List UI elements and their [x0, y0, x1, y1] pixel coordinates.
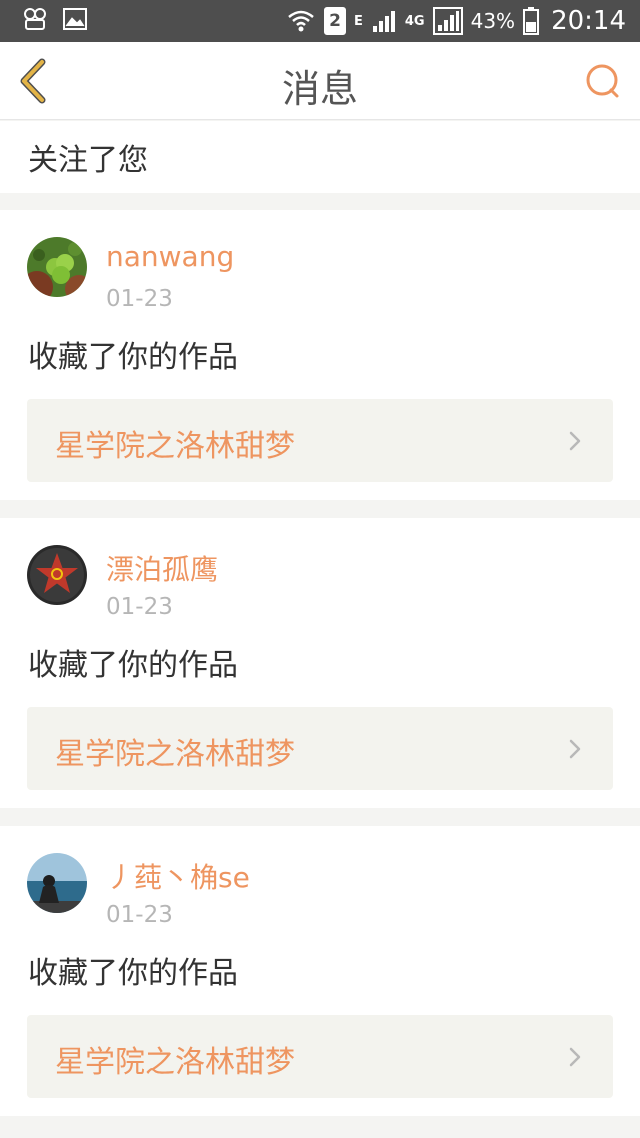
username[interactable]: 漂泊孤鹰	[106, 548, 218, 588]
message-date: 01-23	[106, 902, 173, 928]
message-action: 收藏了你的作品	[28, 340, 238, 375]
username[interactable]: 丿莼丶桷se	[106, 856, 250, 896]
search-icon	[586, 64, 619, 98]
message-item-partial: 关注了您	[0, 121, 640, 193]
network-4g-label: 4G	[404, 13, 425, 29]
signal-icon-1	[371, 8, 397, 34]
avatar[interactable]	[27, 853, 87, 913]
sim-slot-badge: 2	[324, 7, 346, 35]
work-title: 星学院之洛林甜梦	[55, 429, 295, 464]
avatar[interactable]	[27, 545, 87, 605]
app-notification-icon	[22, 6, 48, 32]
wifi-icon	[286, 6, 316, 36]
work-link[interactable]: 星学院之洛林甜梦	[27, 707, 613, 790]
message-item: 漂泊孤鹰 01-23 收藏了你的作品 星学院之洛林甜梦	[0, 518, 640, 808]
message-date: 01-23	[106, 286, 173, 312]
network-e-label: E	[354, 13, 363, 29]
clock: 20:14	[551, 6, 626, 36]
message-action: 关注了您	[28, 143, 148, 178]
message-item: nanwang 01-23 收藏了你的作品 星学院之洛林甜梦	[0, 210, 640, 500]
nav-bar: 消息	[0, 42, 640, 120]
search-button[interactable]	[584, 62, 624, 102]
status-bar-right: 2 E 4G 43% 20:14	[286, 0, 626, 42]
status-bar-left	[22, 6, 88, 32]
username[interactable]: nanwang	[106, 240, 234, 273]
battery-icon	[523, 7, 540, 35]
message-action: 收藏了你的作品	[28, 648, 238, 683]
chevron-right-icon	[569, 431, 581, 451]
work-title: 星学院之洛林甜梦	[55, 1045, 295, 1080]
message-item: 丿莼丶桷se 01-23 收藏了你的作品 星学院之洛林甜梦	[0, 826, 640, 1116]
message-action: 收藏了你的作品	[28, 956, 238, 991]
image-notification-icon	[62, 6, 88, 32]
page-title: 消息	[281, 67, 358, 111]
message-date: 01-23	[106, 594, 173, 620]
work-link[interactable]: 星学院之洛林甜梦	[27, 399, 613, 482]
status-bar: 2 E 4G 43% 20:14	[0, 0, 640, 42]
chevron-right-icon	[569, 1047, 581, 1067]
avatar[interactable]	[27, 237, 87, 297]
work-link[interactable]: 星学院之洛林甜梦	[27, 1015, 613, 1098]
chevron-right-icon	[569, 739, 581, 759]
battery-percent: 43%	[470, 9, 516, 33]
signal-icon-2	[432, 7, 463, 35]
work-title: 星学院之洛林甜梦	[55, 737, 295, 772]
